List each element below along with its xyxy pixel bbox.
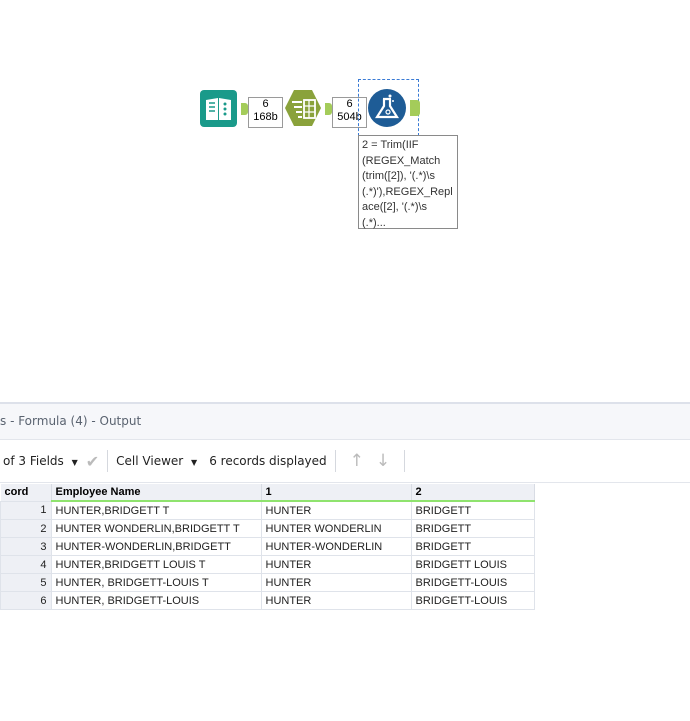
- chevron-down-icon: ▼: [191, 458, 198, 467]
- table-cell[interactable]: HUNTER: [260, 591, 412, 610]
- record-number[interactable]: 1: [0, 500, 52, 520]
- record-number[interactable]: 3: [0, 537, 52, 556]
- column-header-employee-name[interactable]: Employee Name: [51, 484, 262, 502]
- table-cell[interactable]: HUNTER,BRIDGETT LOUIS T: [50, 555, 262, 574]
- cell-viewer-dropdown[interactable]: Cell Viewer ▼: [116, 454, 197, 468]
- results-panel: s - Formula (4) - Output of 3 Fields ▼ ✔…: [0, 402, 690, 721]
- fields-label: of 3 Fields: [3, 454, 64, 468]
- output-anchor[interactable]: [241, 103, 248, 115]
- flask-icon: [368, 89, 406, 127]
- tool-annotation: 2 = Trim(IIF (REGEX_Match (trim([2]), '(…: [358, 135, 458, 229]
- table-cell[interactable]: HUNTER WONDERLIN: [260, 519, 412, 538]
- chevron-down-icon: ▼: [71, 458, 78, 467]
- select-fields-icon: [285, 90, 321, 126]
- connection-progress-1: 6 168b: [248, 97, 283, 128]
- table-row[interactable]: 5 HUNTER, BRIDGETT-LOUIS T HUNTER BRIDGETT-…: [0, 573, 535, 592]
- formula-tool[interactable]: [368, 89, 406, 127]
- table-cell[interactable]: BRIDGETT-LOUIS: [410, 573, 535, 592]
- table-cell[interactable]: HUNTER-WONDERLIN: [260, 537, 412, 556]
- table-row[interactable]: 3 HUNTER-WONDERLIN,BRIDGETT HUNTER-WONDERL…: [0, 537, 535, 556]
- table-cell[interactable]: HUNTER, BRIDGETT-LOUIS T: [50, 573, 262, 592]
- table-row[interactable]: 1 HUNTER,BRIDGETT T HUNTER BRIDGETT: [0, 500, 535, 520]
- arrow-down-icon[interactable]: ↓: [376, 451, 390, 471]
- divider: [404, 450, 406, 472]
- table-cell[interactable]: HUNTER: [260, 555, 412, 574]
- table-row[interactable]: 6 HUNTER, BRIDGETT-LOUIS HUNTER BRIDGETT-LO…: [0, 591, 535, 610]
- select-tool[interactable]: [284, 89, 322, 127]
- record-number[interactable]: 2: [0, 519, 52, 538]
- record-count: 6: [262, 98, 269, 110]
- output-anchor[interactable]: [325, 103, 332, 115]
- book-icon: [200, 90, 237, 127]
- results-title: s - Formula (4) - Output: [0, 404, 690, 440]
- records-displayed: 6 records displayed: [209, 454, 327, 468]
- record-number[interactable]: 5: [0, 573, 52, 592]
- cell-viewer-label: Cell Viewer: [116, 454, 184, 468]
- table-row[interactable]: 4 HUNTER,BRIDGETT LOUIS T HUNTER BRIDGETT L…: [0, 555, 535, 574]
- table-cell[interactable]: BRIDGETT: [410, 519, 535, 538]
- table-row[interactable]: 2 HUNTER WONDERLIN,BRIDGETT T HUNTER WONDE…: [0, 519, 535, 538]
- table-cell[interactable]: BRIDGETT: [410, 537, 535, 556]
- table-cell[interactable]: HUNTER,BRIDGETT T: [50, 500, 262, 520]
- results-table: cord Employee Name 1 2 1 HUNTER,BRIDGETT …: [0, 484, 535, 610]
- divider: [334, 450, 336, 472]
- table-cell[interactable]: BRIDGETT-LOUIS: [410, 591, 535, 610]
- table-cell[interactable]: HUNTER-WONDERLIN,BRIDGETT: [50, 537, 262, 556]
- column-header-2[interactable]: 2: [411, 484, 535, 502]
- table-cell[interactable]: BRIDGETT: [410, 500, 535, 520]
- fields-dropdown[interactable]: of 3 Fields ▼: [3, 454, 78, 468]
- output-anchor[interactable]: [410, 100, 420, 116]
- column-header-record[interactable]: cord: [0, 484, 52, 501]
- data-size: 168b: [253, 111, 278, 123]
- table-cell[interactable]: HUNTER, BRIDGETT-LOUIS: [50, 591, 262, 610]
- table-cell[interactable]: BRIDGETT LOUIS: [410, 555, 535, 574]
- record-number[interactable]: 6: [0, 591, 52, 610]
- arrow-up-icon[interactable]: ↑: [350, 451, 364, 471]
- record-number[interactable]: 4: [0, 555, 52, 574]
- table-cell[interactable]: HUNTER WONDERLIN,BRIDGETT T: [50, 519, 262, 538]
- column-header-1[interactable]: 1: [261, 484, 412, 502]
- input-data-tool[interactable]: [200, 90, 237, 127]
- table-cell[interactable]: HUNTER: [260, 500, 412, 520]
- table-cell[interactable]: HUNTER: [260, 573, 412, 592]
- divider: [107, 450, 109, 472]
- checkmark-icon[interactable]: ✔: [86, 452, 99, 471]
- results-toolbar: of 3 Fields ▼ ✔ Cell Viewer ▼ 6 records …: [0, 440, 690, 483]
